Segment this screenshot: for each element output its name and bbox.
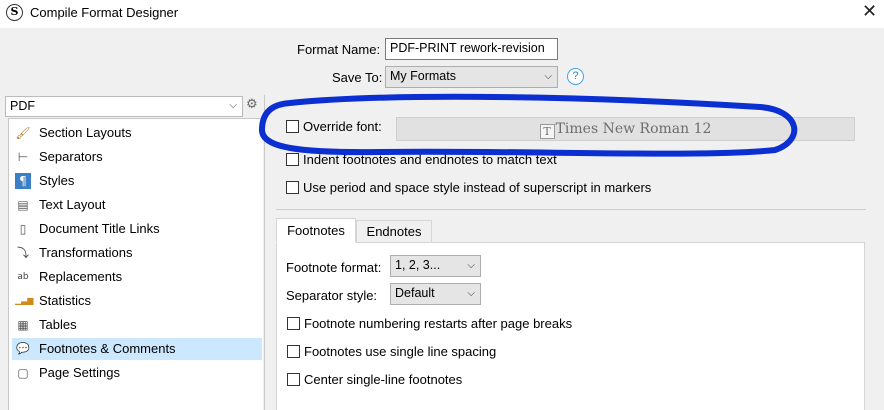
annotation-ellipse [259,93,798,157]
tab-footnotes[interactable]: Footnotes [276,218,356,243]
